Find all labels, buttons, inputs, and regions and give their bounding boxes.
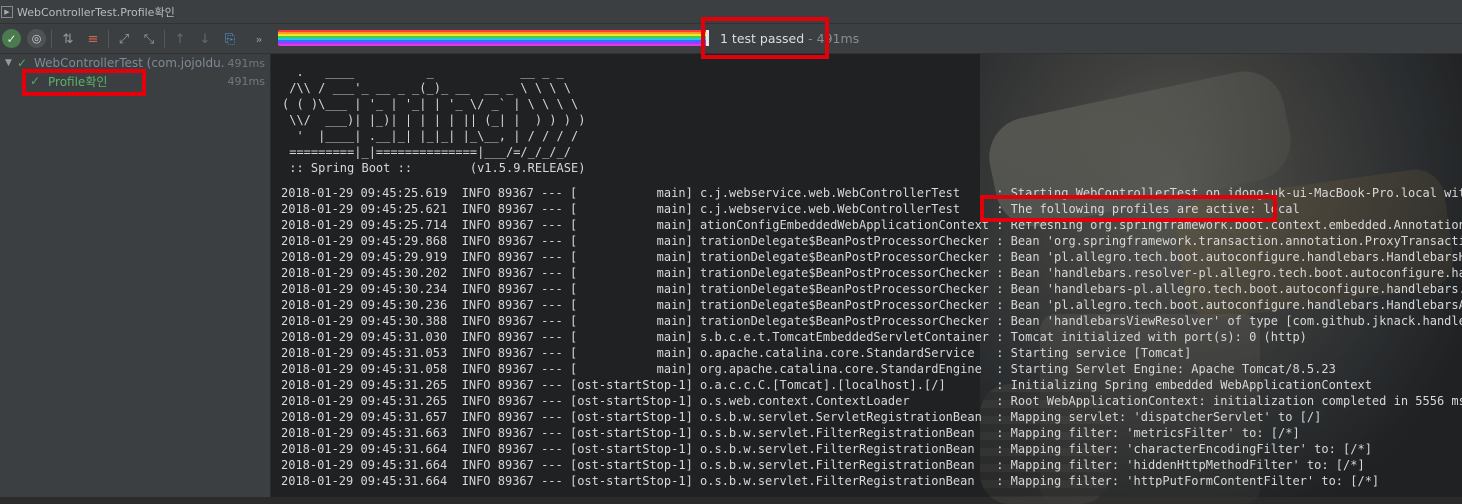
status-separator: -: [804, 31, 817, 46]
log-lines: 2018-01-29 09:45:25.619 INFO 89367 --- […: [281, 185, 1462, 489]
show-ignored-icon[interactable]: ◎: [27, 29, 46, 48]
more-actions-icon[interactable]: »: [248, 28, 270, 50]
test-passed-icon: ✓: [17, 56, 28, 70]
progress-bar-end: [706, 30, 709, 46]
test-suite-duration: 491ms: [227, 56, 265, 70]
test-tree-panel: ▼ ✓ WebControllerTest (com.jojoldu. 491m…: [0, 54, 271, 497]
log-line: 2018-01-29 09:45:25.619 INFO 89367 --- […: [281, 186, 1462, 200]
show-passed-icon[interactable]: ✓: [2, 29, 21, 48]
log-line: 2018-01-29 09:45:25.714 INFO 89367 --- […: [281, 218, 1462, 232]
log-line: 2018-01-29 09:45:29.919 INFO 89367 --- […: [281, 250, 1462, 264]
log-line: 2018-01-29 09:45:31.664 INFO 89367 --- […: [281, 474, 1380, 488]
banner-line: . ____ _ __ _ _: [282, 65, 564, 79]
tests-passed-text: 1 test passed: [720, 31, 805, 46]
total-duration: 491ms: [816, 31, 860, 46]
collapse-all-icon[interactable]: ⤡: [138, 28, 160, 50]
log-line: 2018-01-29 09:45:30.202 INFO 89367 --- […: [281, 266, 1462, 280]
test-progress-bar: [278, 30, 706, 46]
log-line: 2018-01-29 09:45:31.664 INFO 89367 --- […: [281, 442, 1372, 456]
export-results-icon[interactable]: ⎘: [219, 28, 241, 50]
banner-line: ' |____| .__|_| |_|_| |_\__, | / / / /: [282, 129, 579, 143]
next-failed-icon[interactable]: ↓: [194, 28, 216, 50]
test-case-duration: 491ms: [227, 74, 265, 88]
toolbar-separator: [108, 30, 109, 48]
log-line: 2018-01-29 09:45:31.265 INFO 89367 --- […: [281, 378, 1372, 392]
test-passed-icon: ✓: [30, 74, 41, 88]
banner-line: :: Spring Boot :: (v1.5.9.RELEASE): [282, 161, 586, 175]
log-line: 2018-01-29 09:45:31.657 INFO 89367 --- […: [281, 410, 1322, 424]
sort-alphabetically-icon[interactable]: ⇅: [57, 28, 79, 50]
title-bar: ▶ WebControllerTest.Profile확인: [0, 0, 1462, 24]
banner-line: ( ( )\___ | '_ | '_| | '_ \/ _` | \ \ \ …: [282, 97, 579, 111]
run-config-icon: ▶: [1, 5, 13, 18]
test-case-label: Profile확인: [48, 74, 108, 89]
toolbar-separator: [51, 30, 52, 48]
test-status: 1 test passed - 491ms: [720, 31, 859, 46]
log-line: 2018-01-29 09:45:30.388 INFO 89367 --- […: [281, 314, 1462, 328]
spring-boot-banner: . ____ _ __ _ _ /\\ / ___'_ __ _ _(_)_ _…: [282, 64, 585, 176]
banner-line: =========|_|==============|___/=/_/_/_/: [282, 145, 571, 159]
log-line: 2018-01-29 09:45:25.621 INFO 89367 --- […: [281, 202, 1300, 216]
expand-all-icon[interactable]: ⤢: [113, 28, 135, 50]
test-runner-toolbar: ✓ ◎ ⇅ ≡ ⤢ ⤡ ↑ ↓ ⎘ » 1 test passed - 491m…: [0, 24, 1462, 54]
log-line: 2018-01-29 09:45:31.058 INFO 89367 --- […: [281, 362, 1336, 376]
log-line: 2018-01-29 09:45:31.663 INFO 89367 --- […: [281, 426, 1300, 440]
log-line: 2018-01-29 09:45:29.868 INFO 89367 --- […: [281, 234, 1462, 248]
log-line: 2018-01-29 09:45:31.030 INFO 89367 --- […: [281, 330, 1307, 344]
test-case-node[interactable]: ✓ Profile확인 491ms: [0, 72, 270, 90]
toolbar-separator: [164, 30, 165, 48]
window-title: WebControllerTest.Profile확인: [17, 5, 175, 19]
log-line: 2018-01-29 09:45:31.053 INFO 89367 --- […: [281, 346, 1192, 360]
sort-by-duration-icon[interactable]: ≡: [82, 28, 104, 50]
chevron-down-icon[interactable]: ▼: [5, 58, 12, 68]
log-line: 2018-01-29 09:45:31.664 INFO 89367 --- […: [281, 458, 1365, 472]
test-suite-node[interactable]: ▼ ✓ WebControllerTest (com.jojoldu. 491m…: [0, 54, 270, 72]
banner-line: /\\ / ___'_ __ _ _(_)_ __ __ _ \ \ \ \: [282, 81, 571, 95]
previous-failed-icon[interactable]: ↑: [169, 28, 191, 50]
banner-line: \\/ ___)| |_)| | | | | || (_| | ) ) ) ): [282, 113, 586, 127]
log-line: 2018-01-29 09:45:31.265 INFO 89367 --- […: [281, 394, 1462, 408]
test-suite-label: WebControllerTest (com.jojoldu.: [34, 56, 225, 70]
log-line: 2018-01-29 09:45:30.234 INFO 89367 --- […: [281, 282, 1462, 296]
log-line: 2018-01-29 09:45:30.236 INFO 89367 --- […: [281, 298, 1462, 312]
